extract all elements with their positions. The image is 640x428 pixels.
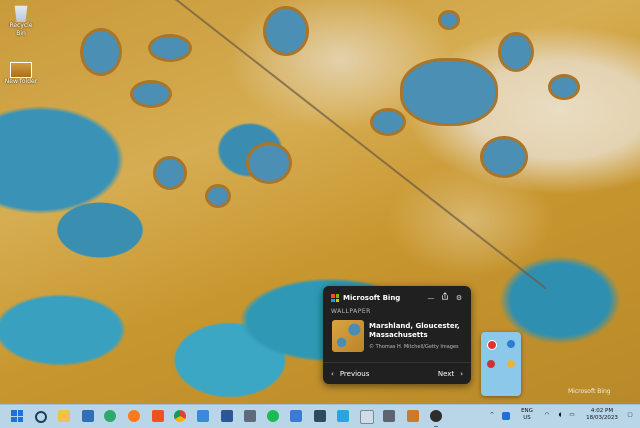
firefox-icon[interactable] bbox=[128, 410, 140, 422]
tray-overflow-popup bbox=[481, 332, 521, 396]
wallpaper-pond bbox=[80, 28, 122, 76]
windows-start-icon[interactable] bbox=[11, 410, 23, 422]
desktop-icon-label: Recycle Bin bbox=[9, 22, 33, 37]
chevron-left-icon: ‹ bbox=[331, 369, 334, 378]
chevron-right-icon: › bbox=[460, 369, 463, 378]
editor-icon[interactable] bbox=[244, 410, 256, 422]
bing-panel-footer: ‹ Previous Next › bbox=[323, 362, 471, 384]
bing-wallpaper-panel: Microsoft Bing — ⚙ WALLPAPER Marshland, … bbox=[323, 286, 471, 384]
region-label: US bbox=[523, 415, 531, 421]
wallpaper-pond bbox=[263, 6, 309, 56]
photos-icon[interactable] bbox=[407, 410, 419, 422]
cloud-icon[interactable] bbox=[507, 340, 515, 348]
opera-icon[interactable] bbox=[487, 360, 495, 368]
wallpaper-pond bbox=[148, 34, 192, 62]
previous-label: Previous bbox=[339, 369, 370, 378]
language-label: ENG bbox=[521, 408, 533, 414]
telegram-icon[interactable] bbox=[337, 410, 349, 422]
word-icon[interactable] bbox=[221, 410, 233, 422]
next-button[interactable]: Next › bbox=[438, 370, 463, 378]
brave-icon[interactable] bbox=[152, 410, 164, 422]
vpn-icon[interactable] bbox=[487, 340, 497, 350]
chrome-icon[interactable] bbox=[174, 410, 186, 422]
wallpaper-pond bbox=[246, 142, 292, 184]
wallpaper-pond bbox=[400, 58, 498, 126]
clock-time: 4:02 PM bbox=[590, 408, 614, 414]
chevron-up-icon[interactable]: ^ bbox=[488, 412, 496, 419]
edge-icon[interactable] bbox=[104, 410, 116, 422]
battery-icon[interactable]: ▭ bbox=[568, 412, 576, 419]
spotify-icon[interactable] bbox=[267, 410, 279, 422]
recycle-bin-icon bbox=[14, 5, 28, 22]
wifi-icon[interactable]: ◠ bbox=[543, 412, 551, 419]
taskbar: ^ ENG US ◠ ◖ ▭ 4:02 PM 18/03/2023 ▢ bbox=[0, 404, 640, 428]
wallpaper-title[interactable]: Marshland, Gloucester, Massachusetts bbox=[369, 322, 467, 340]
headphones-icon[interactable] bbox=[290, 410, 302, 422]
bing-panel-header: Microsoft Bing — ⚙ bbox=[331, 292, 465, 304]
previous-button[interactable]: ‹ Previous bbox=[331, 370, 369, 378]
wallpaper-thumbnail[interactable] bbox=[332, 320, 364, 352]
section-label: WALLPAPER bbox=[331, 308, 371, 315]
app-icon-dark[interactable] bbox=[314, 410, 326, 422]
volume-icon[interactable]: ◖ bbox=[556, 412, 564, 419]
microsoft-logo-icon bbox=[331, 294, 339, 302]
wallpaper-pond bbox=[130, 80, 172, 108]
desktop-icon-new-folder[interactable]: New folder bbox=[4, 62, 38, 86]
desktop-icon-recycle-bin[interactable]: Recycle Bin bbox=[4, 4, 38, 38]
app-tray-icon[interactable] bbox=[507, 360, 515, 368]
wallpaper-pond bbox=[498, 32, 534, 72]
wallpaper-pond bbox=[548, 74, 580, 100]
desktop-icon-label: New folder bbox=[4, 78, 38, 85]
wallpaper-pond bbox=[153, 156, 187, 190]
bing-panel-title: Microsoft Bing bbox=[343, 294, 401, 302]
gear-icon[interactable]: ⚙ bbox=[453, 292, 465, 304]
bing-watermark: Microsoft Bing bbox=[568, 388, 611, 395]
search-icon[interactable] bbox=[35, 411, 47, 423]
app-icon-blue[interactable] bbox=[82, 410, 94, 422]
settings-gear-icon[interactable] bbox=[430, 410, 442, 422]
dropbox-icon[interactable] bbox=[502, 412, 510, 420]
calculator-icon[interactable] bbox=[383, 410, 395, 422]
wallpaper-credit: © Thomas H. Mitchell/Getty Images bbox=[369, 344, 459, 350]
minimize-icon[interactable]: — bbox=[425, 292, 437, 304]
share-icon[interactable] bbox=[439, 292, 451, 304]
notification-icon[interactable]: ▢ bbox=[625, 412, 635, 419]
clock[interactable]: 4:02 PM 18/03/2023 bbox=[582, 408, 622, 422]
file-explorer-icon[interactable] bbox=[58, 410, 70, 422]
wallpaper-pond bbox=[438, 10, 460, 30]
next-label: Next bbox=[437, 369, 455, 378]
wallpaper-pond bbox=[205, 184, 231, 208]
language-indicator[interactable]: ENG US bbox=[518, 408, 536, 422]
app-icon-check[interactable] bbox=[197, 410, 209, 422]
clock-date: 18/03/2023 bbox=[586, 415, 618, 421]
desktop-wallpaper bbox=[0, 0, 640, 404]
notepad-icon[interactable] bbox=[360, 410, 374, 424]
wallpaper-pond bbox=[480, 136, 528, 178]
wallpaper-pond bbox=[370, 108, 406, 136]
folder-thumbnail-icon bbox=[10, 62, 32, 78]
